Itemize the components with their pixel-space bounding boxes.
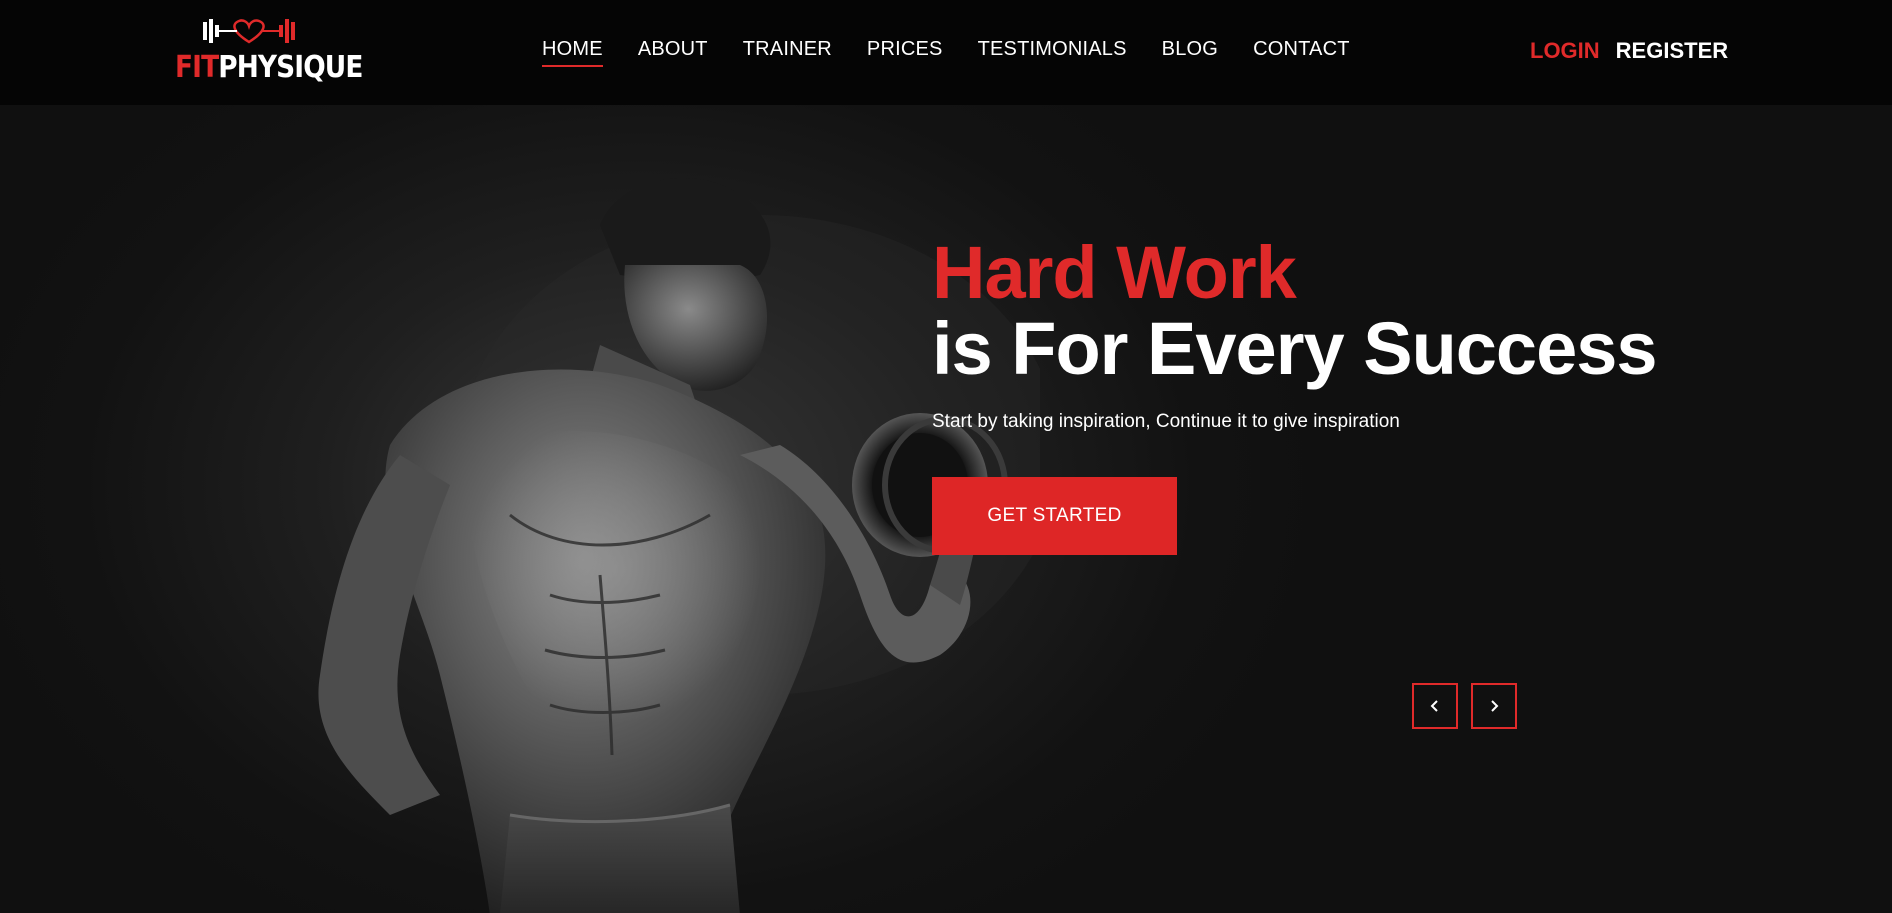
- register-link[interactable]: REGISTER: [1616, 38, 1728, 64]
- nav-about[interactable]: ABOUT: [638, 38, 708, 67]
- nav-contact[interactable]: CONTACT: [1253, 38, 1350, 67]
- dumbbell-heart-icon: [203, 19, 295, 44]
- logo-text-fit: FIT: [175, 50, 219, 85]
- logo-text-physique: PHYSIQUE: [218, 50, 363, 85]
- hero-subline: Start by taking inspiration, Continue it…: [932, 411, 1400, 432]
- hero-headline-red: Hard Work: [932, 231, 1297, 314]
- hero-section: Hard Work is For Every Success Start by …: [0, 105, 1892, 913]
- nav-trainer[interactable]: TRAINER: [743, 38, 832, 67]
- hero-content: Hard Work is For Every Success Start by …: [932, 231, 1732, 555]
- hero-image-athlete: [318, 178, 1040, 913]
- login-link[interactable]: LOGIN: [1530, 38, 1600, 64]
- logo-wordmark: FITPHYSIQUE: [175, 50, 363, 85]
- auth-links: LOGIN REGISTER: [1530, 38, 1728, 64]
- chevron-right-icon: [1491, 700, 1499, 712]
- slider-next-button[interactable]: [1471, 683, 1517, 729]
- slider-prev-button[interactable]: [1412, 683, 1458, 729]
- nav-testimonials[interactable]: TESTIMONIALS: [978, 38, 1127, 67]
- nav-home[interactable]: HOME: [542, 38, 603, 67]
- chevron-left-icon: [1430, 700, 1438, 712]
- site-header: FITPHYSIQUE HOME ABOUT TRAINER PRICES TE…: [0, 0, 1892, 105]
- get-started-button[interactable]: GET STARTED: [932, 477, 1177, 555]
- hero-headline-white: is For Every Success: [932, 307, 1658, 390]
- site-logo[interactable]: FITPHYSIQUE: [175, 16, 363, 86]
- nav-prices[interactable]: PRICES: [867, 38, 943, 67]
- main-nav: HOME ABOUT TRAINER PRICES TESTIMONIALS B…: [542, 38, 1385, 67]
- landing-page: FITPHYSIQUE HOME ABOUT TRAINER PRICES TE…: [0, 0, 1892, 913]
- nav-blog[interactable]: BLOG: [1162, 38, 1218, 67]
